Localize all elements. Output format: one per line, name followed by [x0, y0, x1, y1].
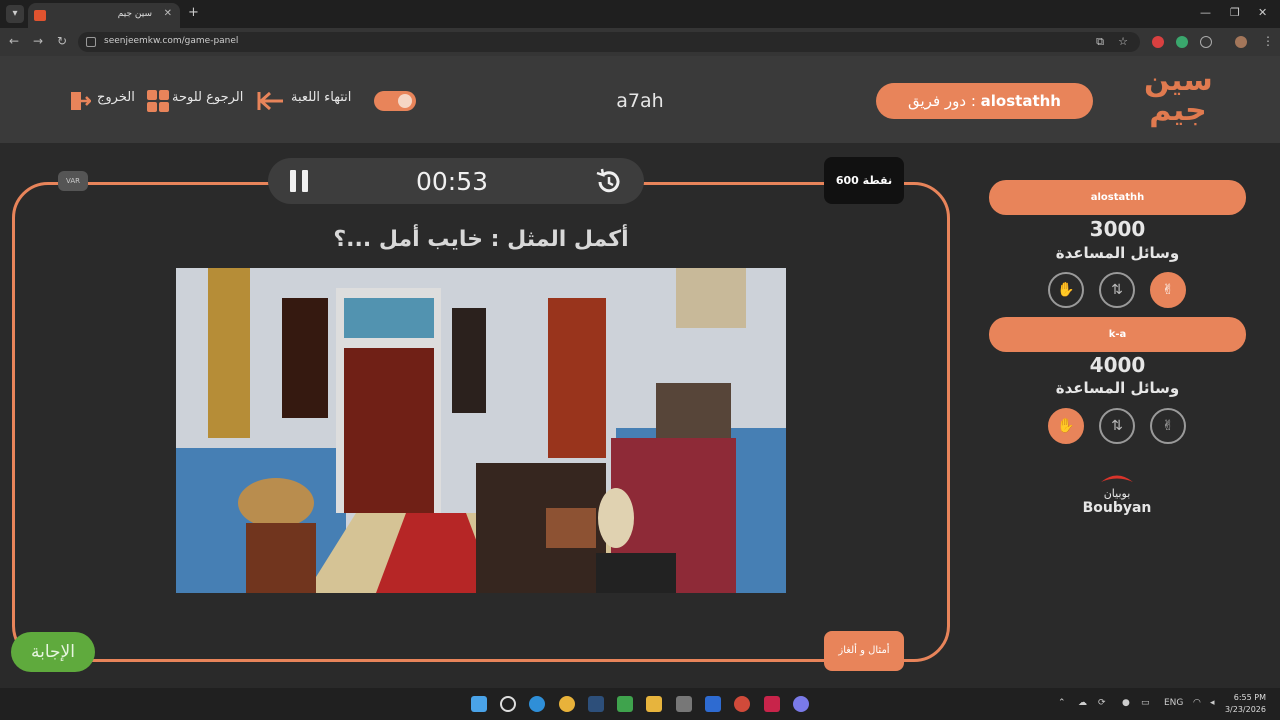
translate-icon[interactable]: ⧉: [1096, 35, 1104, 49]
pause-icon[interactable]: [290, 170, 310, 192]
restore-icon[interactable]: ❐: [1230, 6, 1240, 19]
display-icon[interactable]: ▭: [1141, 698, 1150, 708]
question-text: أكمل المثل : خايب أمل ...؟: [333, 227, 629, 252]
turn-team-name: alostathh: [980, 92, 1061, 110]
extension-icon[interactable]: [1152, 36, 1164, 48]
start-icon[interactable]: [471, 696, 487, 712]
system-clock[interactable]: 6:55 PM 3/23/2026: [1225, 692, 1266, 716]
helps-label: وسائل المساعدة: [1055, 379, 1180, 397]
tab-close-icon[interactable]: ✕: [164, 8, 172, 19]
game-panel: VAR 00:53 600 نقطة أكمل المثل : خايب أمل…: [0, 143, 1280, 688]
peace-sign-icon[interactable]: ✌: [1150, 272, 1186, 308]
minimize-icon[interactable]: —: [1200, 6, 1211, 19]
bookmark-star-icon[interactable]: ☆: [1118, 35, 1128, 48]
search-icon[interactable]: [500, 696, 516, 712]
reload-icon[interactable]: ↻: [57, 34, 67, 48]
address-bar[interactable]: seenjeemkw.com/game-panel ⧉ ☆: [78, 32, 1140, 52]
wifi-icon[interactable]: ◠: [1193, 698, 1201, 708]
question-points: 600 نقطة: [824, 157, 904, 204]
turn-label: دور فريق :: [907, 92, 976, 110]
exit-door-icon[interactable]: [69, 90, 91, 112]
forward-icon[interactable]: →: [33, 34, 43, 48]
answer-button[interactable]: الإجابة: [11, 632, 95, 672]
category-badge: أمثال و ألغاز: [824, 631, 904, 671]
tab-title: سين جيم: [117, 9, 152, 19]
file-explorer-icon[interactable]: [646, 696, 662, 712]
team-name-badge: k-a: [989, 317, 1246, 352]
extension-icon[interactable]: [1176, 36, 1188, 48]
profile-avatar[interactable]: [1235, 36, 1247, 48]
language-indicator[interactable]: ENG: [1164, 698, 1183, 708]
team-turn-badge: دور فريق : alostathh: [876, 83, 1093, 119]
swap-icon[interactable]: ⇅: [1099, 272, 1135, 308]
team-score: 3000: [1089, 217, 1146, 241]
sponsor-name-ar: بوبيان: [1103, 487, 1131, 500]
hand-stop-icon[interactable]: ✋: [1048, 408, 1084, 444]
store-icon[interactable]: [676, 696, 692, 712]
back-to-board-label[interactable]: الرجوع للوحة: [172, 90, 243, 105]
question-image: [176, 268, 786, 593]
end-game-toggle[interactable]: [374, 91, 416, 111]
timer-bar: 00:53: [268, 158, 644, 204]
volume-icon[interactable]: ◂: [1210, 698, 1215, 708]
browser-tab[interactable]: سين جيم ✕: [28, 3, 180, 28]
toggle-knob: [398, 94, 412, 108]
swap-icon[interactable]: ⇅: [1099, 408, 1135, 444]
browser-menu-icon[interactable]: ⋮: [1262, 34, 1274, 48]
url-text[interactable]: seenjeemkw.com/game-panel: [104, 36, 238, 46]
cloud-icon[interactable]: ☁: [1078, 698, 1087, 708]
discord-icon[interactable]: [793, 696, 809, 712]
extensions-puzzle-icon[interactable]: [1200, 36, 1212, 48]
tray-chevron-icon[interactable]: ⌃: [1058, 698, 1066, 708]
sync-icon[interactable]: ⟳: [1098, 698, 1106, 708]
browser-toolbar: ← → ↻ seenjeemkw.com/game-panel ⧉ ☆ ⋮: [0, 28, 1280, 56]
game-name: a7ah: [616, 90, 664, 112]
var-badge[interactable]: VAR: [58, 171, 88, 191]
timer-display: 00:53: [416, 167, 489, 196]
mic-icon[interactable]: ●: [1122, 698, 1130, 708]
game-header: سين جيم دور فريق : alostathh a7ah انتهاء…: [0, 56, 1280, 143]
back-icon[interactable]: ←: [9, 34, 19, 48]
chrome-icon[interactable]: [559, 696, 575, 712]
sponsor-mark-icon: [1101, 475, 1133, 482]
close-window-icon[interactable]: ✕: [1258, 6, 1267, 19]
site-favicon-icon: [34, 10, 46, 21]
reset-timer-icon[interactable]: [594, 168, 622, 196]
board-grid-icon[interactable]: [147, 90, 169, 112]
os-taskbar: ⌃ ☁ ⟳ ● ▭ ENG ◠ ◂ 6:55 PM 3/23/2026: [0, 688, 1280, 720]
hand-stop-icon[interactable]: ✋: [1048, 272, 1084, 308]
helps-label: وسائل المساعدة: [1055, 244, 1180, 262]
site-info-icon[interactable]: [86, 37, 96, 47]
steam-icon[interactable]: [588, 696, 604, 712]
word-icon[interactable]: [705, 696, 721, 712]
sponsor-name-en: Boubyan: [1082, 500, 1152, 516]
team-score: 4000: [1089, 353, 1146, 377]
app-icon[interactable]: [734, 696, 750, 712]
team-name-badge: alostathh: [989, 180, 1246, 215]
edge-icon[interactable]: [529, 696, 545, 712]
end-game-label[interactable]: انتهاء اللعبة: [291, 90, 351, 105]
new-tab-icon[interactable]: +: [188, 5, 199, 20]
acrobat-icon[interactable]: [764, 696, 780, 712]
xbox-icon[interactable]: [617, 696, 633, 712]
back-arrow-icon[interactable]: [257, 90, 285, 112]
peace-sign-icon[interactable]: ✌: [1150, 408, 1186, 444]
browser-tabbar: ▾ سين جيم ✕ + — ❐ ✕: [0, 0, 1280, 28]
seenjeem-logo: سين جيم: [1144, 63, 1213, 128]
exit-label[interactable]: الخروج: [97, 90, 135, 105]
sponsor-logo: بوبيان Boubyan: [1080, 468, 1154, 516]
tab-search-icon[interactable]: ▾: [6, 5, 24, 23]
